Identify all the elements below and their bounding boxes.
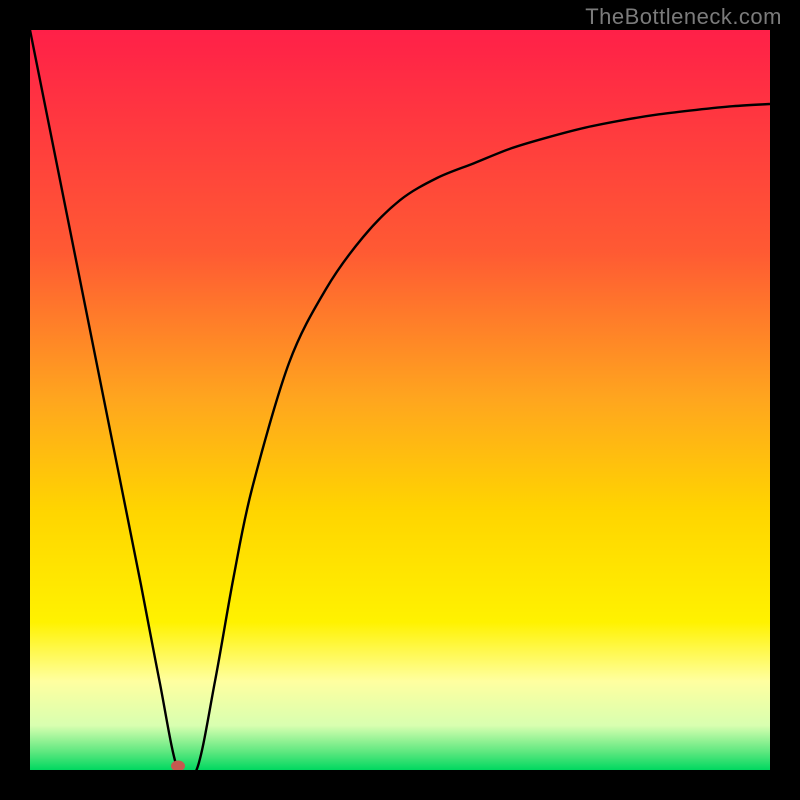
source-watermark: TheBottleneck.com [585,4,782,30]
plot-area [30,30,770,770]
gradient-plot [30,30,770,770]
gradient-background [30,30,770,770]
chart-frame: TheBottleneck.com [0,0,800,800]
